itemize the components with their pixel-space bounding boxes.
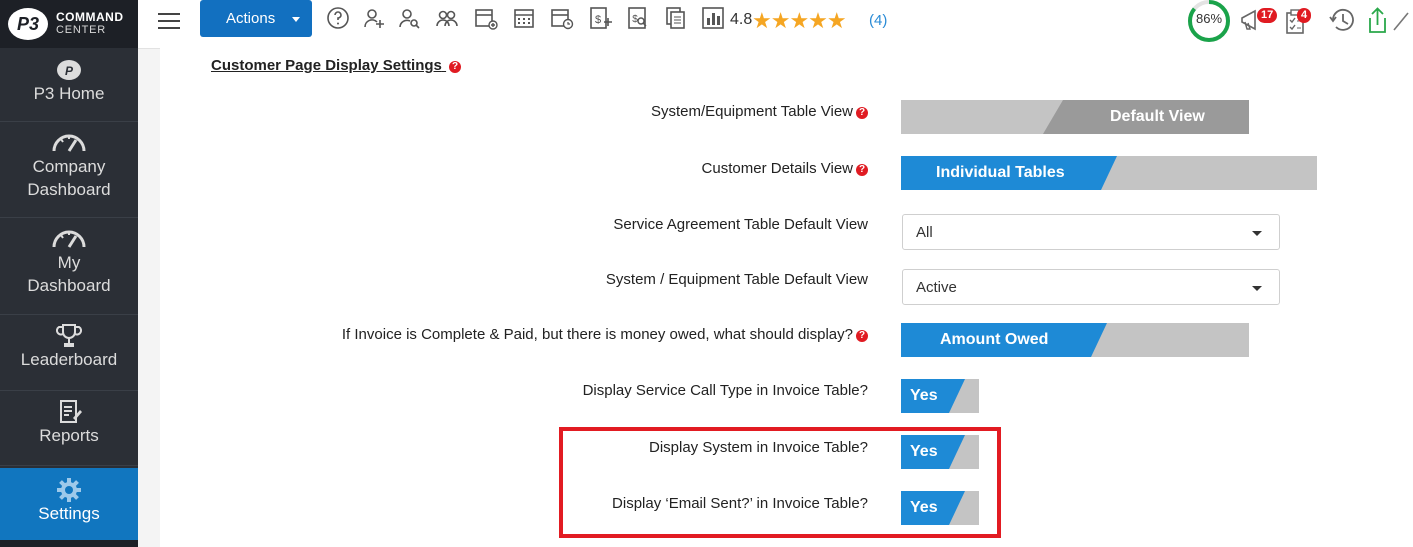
export-upload-icon[interactable]: [1363, 5, 1393, 35]
add-user-icon[interactable]: [362, 6, 386, 30]
sidebar-item-reports[interactable]: Reports: [0, 390, 138, 466]
sidebar: P3 COMMAND CENTER P P3 Home Company Dash…: [0, 0, 138, 547]
service-agreement-default-view-select[interactable]: All: [902, 214, 1280, 250]
report-icon: [0, 398, 138, 424]
calendar-clock-icon[interactable]: [550, 6, 574, 30]
calendar-icon[interactable]: [512, 6, 536, 30]
logo-text-command: COMMAND: [56, 10, 124, 24]
setting-label-text: System / Equipment Table Default View: [605, 271, 868, 288]
setting-label-text: Customer Details View: [701, 160, 853, 177]
toggle-value: Amount Owed: [940, 331, 1049, 348]
caret-down-icon: [1252, 231, 1262, 236]
users-group-icon[interactable]: [435, 6, 459, 30]
select-value: All: [916, 224, 933, 241]
help-icon[interactable]: ?: [856, 164, 868, 176]
sidebar-item-company-dashboard[interactable]: Company Dashboard: [0, 121, 138, 218]
trophy-icon: [0, 322, 138, 348]
svg-text:P: P: [65, 64, 74, 78]
p3-home-icon: P: [0, 56, 138, 82]
bar-chart-icon[interactable]: [701, 6, 725, 30]
setting-label-text: Display System in Invoice Table?: [649, 439, 868, 456]
setting-label-text: Display Service Call Type in Invoice Tab…: [582, 382, 868, 399]
sidebar-item-label: My Dashboard: [27, 253, 111, 295]
toggle-value: Yes: [910, 387, 938, 404]
search-user-icon[interactable]: [397, 6, 421, 30]
toggle-value: Individual Tables: [936, 164, 1065, 181]
menu-toggle-icon[interactable]: [158, 13, 180, 31]
sidebar-item-label: Company Dashboard: [27, 157, 111, 199]
help-circle-icon[interactable]: [326, 6, 350, 30]
email-sent-in-invoice-toggle[interactable]: Yes: [901, 491, 979, 525]
settings-panel: Customer Page Display Settings ? System/…: [160, 48, 1413, 547]
sidebar-item-settings[interactable]: Settings: [0, 468, 138, 540]
actions-dropdown-button[interactable]: Actions: [200, 0, 312, 37]
sidebar-item-label: Settings: [38, 504, 100, 523]
sidebar-item-p3-home[interactable]: P P3 Home: [0, 48, 138, 122]
help-icon[interactable]: ?: [449, 61, 462, 73]
sidebar-item-label: P3 Home: [33, 84, 105, 103]
svg-text:$: $: [632, 14, 638, 25]
setting-label: Display System in Invoice Table?: [649, 439, 868, 456]
customer-details-view-toggle[interactable]: Individual Tables: [901, 156, 1317, 190]
service-call-type-toggle[interactable]: Yes: [901, 379, 979, 413]
setting-label: Customer Details View?: [702, 160, 868, 177]
notification-count-badge: 17: [1257, 8, 1278, 23]
history-icon[interactable]: [1327, 5, 1357, 35]
add-calendar-icon[interactable]: [474, 6, 498, 30]
top-bar: Actions $ $ 4.8 ★★★★★ (4) 86% 17 4: [138, 0, 1413, 49]
logo-text-center: CENTER: [56, 24, 107, 36]
svg-text:$: $: [595, 14, 601, 26]
setting-label: Display ‘Email Sent?’ in Invoice Table?: [612, 495, 868, 512]
actions-label: Actions: [226, 10, 276, 27]
caret-down-icon: [1252, 286, 1262, 291]
invoice-money-owed-display-toggle[interactable]: Amount Owed: [901, 323, 1249, 357]
setting-label-text: Service Agreement Table Default View: [613, 216, 868, 233]
gear-icon: [0, 476, 138, 502]
p3-logo-badge: P3: [8, 8, 48, 40]
system-equipment-table-view-toggle[interactable]: Default View: [901, 100, 1249, 134]
invoice-add-icon[interactable]: $: [588, 6, 612, 30]
toggle-value: Yes: [910, 443, 938, 460]
help-icon[interactable]: ?: [856, 107, 868, 119]
setting-label-text: If Invoice is Complete & Paid, but there…: [341, 326, 853, 343]
sidebar-item-label: Leaderboard: [20, 350, 118, 369]
setting-label: System / Equipment Table Default View: [606, 271, 868, 288]
sidebar-footer: [0, 540, 138, 547]
caret-down-icon: [292, 17, 300, 22]
gauge-icon: [0, 225, 138, 251]
gauge-icon: [0, 129, 138, 155]
setting-label: Display Service Call Type in Invoice Tab…: [583, 382, 868, 399]
task-count-badge: 4: [1297, 8, 1312, 23]
system-in-invoice-toggle[interactable]: Yes: [901, 435, 979, 469]
rating-stars: ★★★★★: [752, 8, 847, 33]
setting-label-text: Display ‘Email Sent?’ in Invoice Table?: [612, 495, 868, 512]
toggle-value: Yes: [910, 499, 938, 516]
more-menu-icon[interactable]: [1390, 5, 1410, 35]
section-title: Customer Page Display Settings ?: [211, 57, 462, 74]
app-logo[interactable]: P3 COMMAND CENTER: [0, 0, 138, 48]
setting-label: System/Equipment Table View?: [651, 103, 868, 120]
documents-icon[interactable]: [664, 6, 688, 30]
select-value: Active: [916, 279, 957, 296]
rating-value: 4.8: [730, 11, 753, 28]
toggle-value: Default View: [1110, 108, 1205, 125]
sidebar-item-label: Reports: [39, 426, 99, 445]
invoice-search-icon[interactable]: $: [626, 6, 650, 30]
sidebar-item-leaderboard[interactable]: Leaderboard: [0, 314, 138, 391]
rating-count-link[interactable]: (4): [869, 12, 887, 29]
sidebar-item-my-dashboard[interactable]: My Dashboard: [0, 217, 138, 315]
toggle-off-segment: [901, 100, 1061, 134]
section-title-text: Customer Page Display Settings: [211, 57, 442, 74]
help-icon[interactable]: ?: [856, 330, 868, 342]
setting-label-text: System/Equipment Table View: [650, 103, 853, 120]
setting-label: Service Agreement Table Default View: [613, 216, 868, 233]
progress-percent: 86%: [1195, 11, 1223, 26]
setting-label: If Invoice is Complete & Paid, but there…: [342, 326, 868, 343]
system-equipment-default-view-select[interactable]: Active: [902, 269, 1280, 305]
